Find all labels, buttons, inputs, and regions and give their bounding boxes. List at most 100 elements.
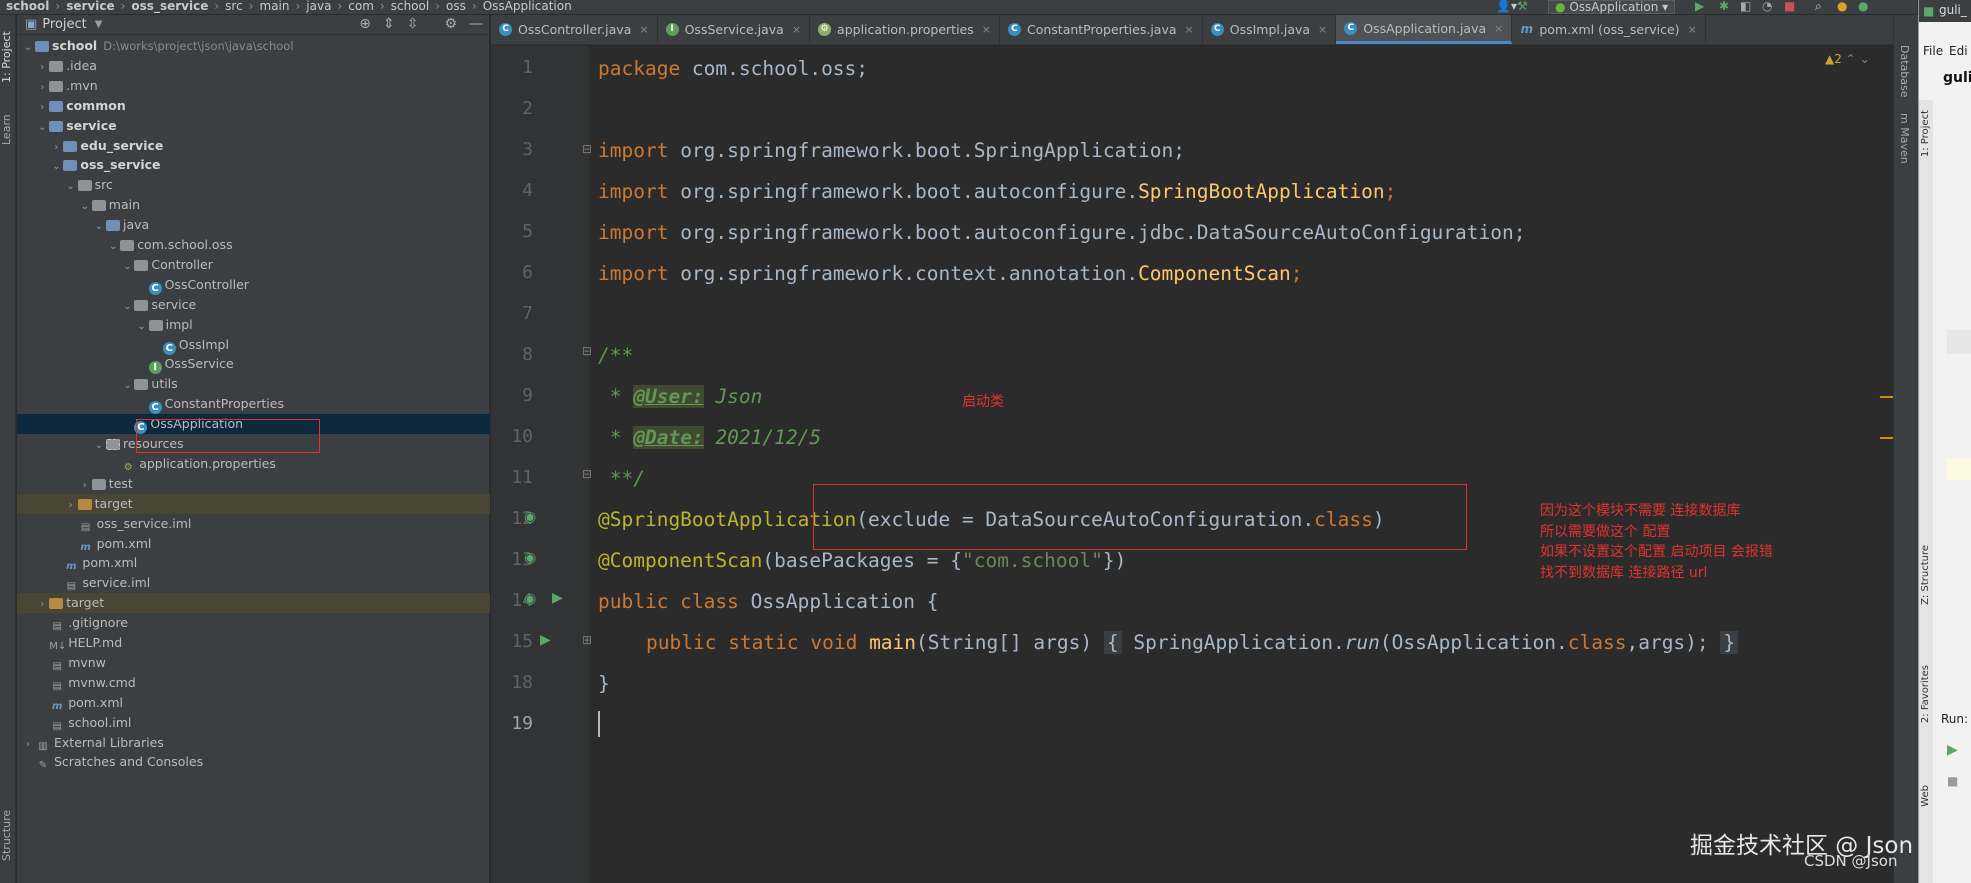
close-icon[interactable]: × <box>1494 22 1503 35</box>
tree-item[interactable]: ⌄ Controller <box>17 255 490 275</box>
tree-item[interactable]: ⌄ school D:\works\project\json\java\school <box>17 36 490 56</box>
tree-item[interactable]: ⌄ java <box>17 215 490 235</box>
stop-icon[interactable]: ■ <box>1784 0 1795 13</box>
expand-all-icon[interactable]: ⇕ <box>383 16 395 32</box>
tree-item[interactable]: C ConstantProperties <box>17 394 490 415</box>
inspection-warnings[interactable]: ▲2 ⌃ ⌄ <box>1825 52 1870 66</box>
chevron-down-icon[interactable]: ▼ <box>95 19 103 30</box>
background-favorites-tab[interactable]: 2: Favorites <box>1920 665 1931 723</box>
breadcrumb-main[interactable]: main <box>260 0 290 13</box>
tree-item[interactable]: ⌄ utils <box>17 374 490 394</box>
search-icon[interactable]: ⌕ <box>1815 0 1822 13</box>
tree-item[interactable]: › target <box>17 593 490 614</box>
tree-item[interactable]: I OssService <box>17 354 490 375</box>
run-gutter-icon[interactable]: ▶ <box>552 590 563 606</box>
editor-tab[interactable]: C ConstantProperties.java × <box>1000 15 1203 44</box>
tree-item[interactable]: C OssImpl <box>17 335 490 355</box>
profile-icon[interactable]: ◔ <box>1762 0 1772 13</box>
breadcrumb-school[interactable]: school <box>6 0 49 13</box>
ide-features-icon[interactable]: ● <box>1858 0 1868 13</box>
tree-item[interactable]: ⚙ application.properties <box>17 454 490 474</box>
tree-item[interactable]: m pom.xml <box>17 693 490 713</box>
tree-item[interactable]: ▤ mvnw.cmd <box>17 673 490 693</box>
tree-item[interactable]: › test <box>17 474 490 494</box>
coverage-icon[interactable]: ◧ <box>1740 0 1751 13</box>
editor-tab[interactable]: C OssController.java × <box>491 15 658 44</box>
editor-tab[interactable]: ⚙ application.properties × <box>810 15 1000 44</box>
breadcrumb-src[interactable]: src <box>225 0 243 13</box>
tree-item[interactable]: › ▥ External Libraries <box>17 733 490 753</box>
tree-item[interactable]: m pom.xml <box>17 553 490 573</box>
error-stripe-mark[interactable] <box>1880 437 1894 439</box>
tree-item[interactable]: ▤ school.iml <box>17 713 490 733</box>
structure-tool-button[interactable]: Structure <box>0 805 16 865</box>
close-icon[interactable]: × <box>639 23 648 36</box>
background-structure-tab[interactable]: Z: Structure <box>1920 545 1931 605</box>
close-icon[interactable]: × <box>982 23 991 36</box>
background-menu-edit[interactable]: Edi <box>1949 44 1968 58</box>
background-run-icon[interactable]: ▶ <box>1947 742 1958 758</box>
editor-tab[interactable]: C OssApplication.java × <box>1336 15 1513 44</box>
breadcrumb-com[interactable]: com <box>348 0 374 13</box>
tree-item[interactable]: › edu_service <box>17 136 490 156</box>
tree-item[interactable]: ▤ oss_service.iml <box>17 514 490 534</box>
tree-item[interactable]: ⌄ main <box>17 195 490 215</box>
debug-icon[interactable]: ✱ <box>1719 0 1729 13</box>
close-icon[interactable]: × <box>1688 23 1697 36</box>
maven-tool-button[interactable]: m Maven <box>1898 113 1911 164</box>
collapse-all-icon[interactable]: ⇳ <box>407 16 419 32</box>
fold-icon[interactable]: ⊟ <box>582 344 592 358</box>
fold-icon[interactable]: ⊟ <box>582 142 592 156</box>
tree-item[interactable]: ⌄ oss_service <box>17 155 490 175</box>
hide-icon[interactable]: — <box>469 16 483 32</box>
close-icon[interactable]: × <box>792 23 801 36</box>
tree-item[interactable]: ▤ mvnw <box>17 653 490 673</box>
run-gutter-icon[interactable]: ▶ <box>540 632 551 648</box>
tree-item[interactable]: › common <box>17 96 490 116</box>
tree-item[interactable]: ⌄ service <box>17 116 490 136</box>
code-editor[interactable] <box>598 46 1893 883</box>
error-stripe-mark[interactable] <box>1880 396 1894 398</box>
background-web-tab[interactable]: Web <box>1920 785 1931 807</box>
tree-item[interactable]: ⌄ service <box>17 295 490 315</box>
background-project-tab[interactable]: 1: Project <box>1920 110 1931 157</box>
tree-item[interactable]: M↓ HELP.md <box>17 633 490 653</box>
spring-bean-icon[interactable]: ◉ <box>524 591 536 607</box>
project-tool-button[interactable]: 1: Project <box>0 27 16 87</box>
tree-item[interactable]: › .mvn <box>17 76 490 96</box>
run-icon[interactable]: ▶ <box>1695 0 1704 13</box>
update-icon[interactable]: ● <box>1837 0 1847 13</box>
background-menu-file[interactable]: File <box>1923 44 1943 58</box>
fold-icon[interactable]: ⊟ <box>582 467 592 481</box>
close-icon[interactable]: × <box>1318 23 1327 36</box>
breadcrumb-service[interactable]: service <box>66 0 114 13</box>
locate-icon[interactable]: ⊕ <box>359 16 371 32</box>
tree-item[interactable]: m pom.xml <box>17 534 490 554</box>
run-configuration-select[interactable]: ● OssApplication ▾ <box>1548 0 1676 14</box>
tree-item[interactable]: ⌄ src <box>17 175 490 195</box>
tree-item[interactable]: ⌄ com.school.oss <box>17 235 490 255</box>
editor-tab[interactable]: m pom.xml (oss_service) × <box>1512 15 1706 44</box>
breadcrumb-oss-service[interactable]: oss_service <box>131 0 208 13</box>
tree-item[interactable]: › .idea <box>17 56 490 76</box>
breadcrumb-ossapplication[interactable]: OssApplication <box>483 0 572 13</box>
tree-item[interactable]: › target <box>17 493 490 514</box>
project-panel-title[interactable]: Project <box>42 17 86 32</box>
close-icon[interactable]: × <box>1185 23 1194 36</box>
tree-item[interactable]: ⌄ impl <box>17 315 490 335</box>
tree-item[interactable]: ✎ Scratches and Consoles <box>17 752 490 772</box>
editor-tab[interactable]: I OssService.java × <box>658 15 811 44</box>
editor-tab[interactable]: C OssImpl.java × <box>1203 15 1337 44</box>
breadcrumb-school-pkg[interactable]: school <box>391 0 429 13</box>
breadcrumb-oss[interactable]: oss <box>446 0 466 13</box>
tree-item[interactable]: ▤ service.iml <box>17 573 490 593</box>
background-stop-icon[interactable]: ■ <box>1947 774 1958 788</box>
database-tool-button[interactable]: Database <box>1898 45 1911 98</box>
build-hammer-icon[interactable]: ⚒ <box>1517 0 1528 13</box>
spring-bean-icon[interactable]: ◉ <box>524 509 536 525</box>
tree-item[interactable]: ▤ .gitignore <box>17 613 490 633</box>
user-icon[interactable]: 👤▾ <box>1496 0 1517 13</box>
gear-icon[interactable]: ⚙ <box>444 16 457 32</box>
expand-fold-icon[interactable]: ⊞ <box>582 633 592 647</box>
spring-bean-icon[interactable]: ◉ <box>524 550 536 566</box>
